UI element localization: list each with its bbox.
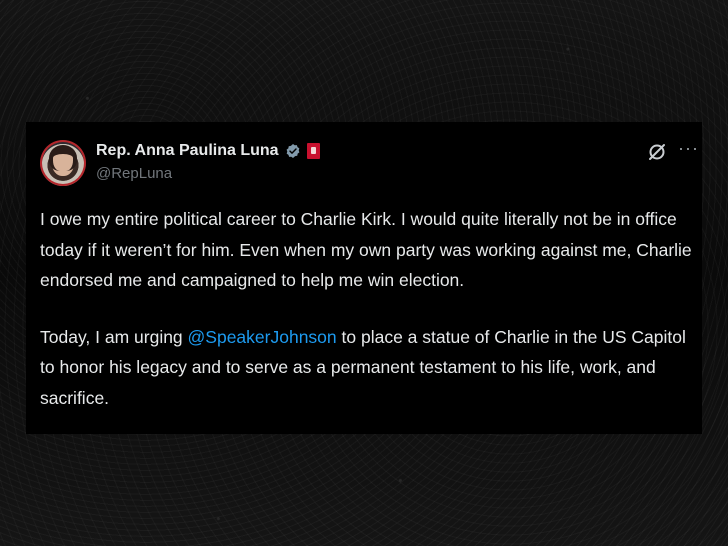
author-name-row: Rep. Anna Paulina Luna [96, 142, 320, 160]
tweet-body: I owe my entire political career to Char… [40, 204, 692, 439]
tweet-card: Rep. Anna Paulina Luna @RepLuna ··· I ow… [26, 122, 702, 434]
avatar-hair [49, 145, 77, 171]
paragraph-2-text-before: Today, I am urging [40, 326, 188, 347]
display-name[interactable]: Rep. Anna Paulina Luna [96, 142, 279, 160]
mention-link[interactable]: @SpeakerJohnson [188, 327, 337, 347]
tweet-paragraph-1: I owe my entire political career to Char… [40, 209, 692, 290]
government-flag-icon [306, 143, 320, 159]
more-options-icon[interactable]: ··· [678, 138, 699, 159]
grok-icon[interactable] [647, 142, 667, 162]
verified-badge-icon [285, 143, 301, 159]
avatar[interactable] [40, 140, 86, 186]
handle[interactable]: @RepLuna [96, 165, 172, 182]
tweet-paragraph-2: Today, I am urging @SpeakerJohnson to pl… [40, 322, 692, 414]
